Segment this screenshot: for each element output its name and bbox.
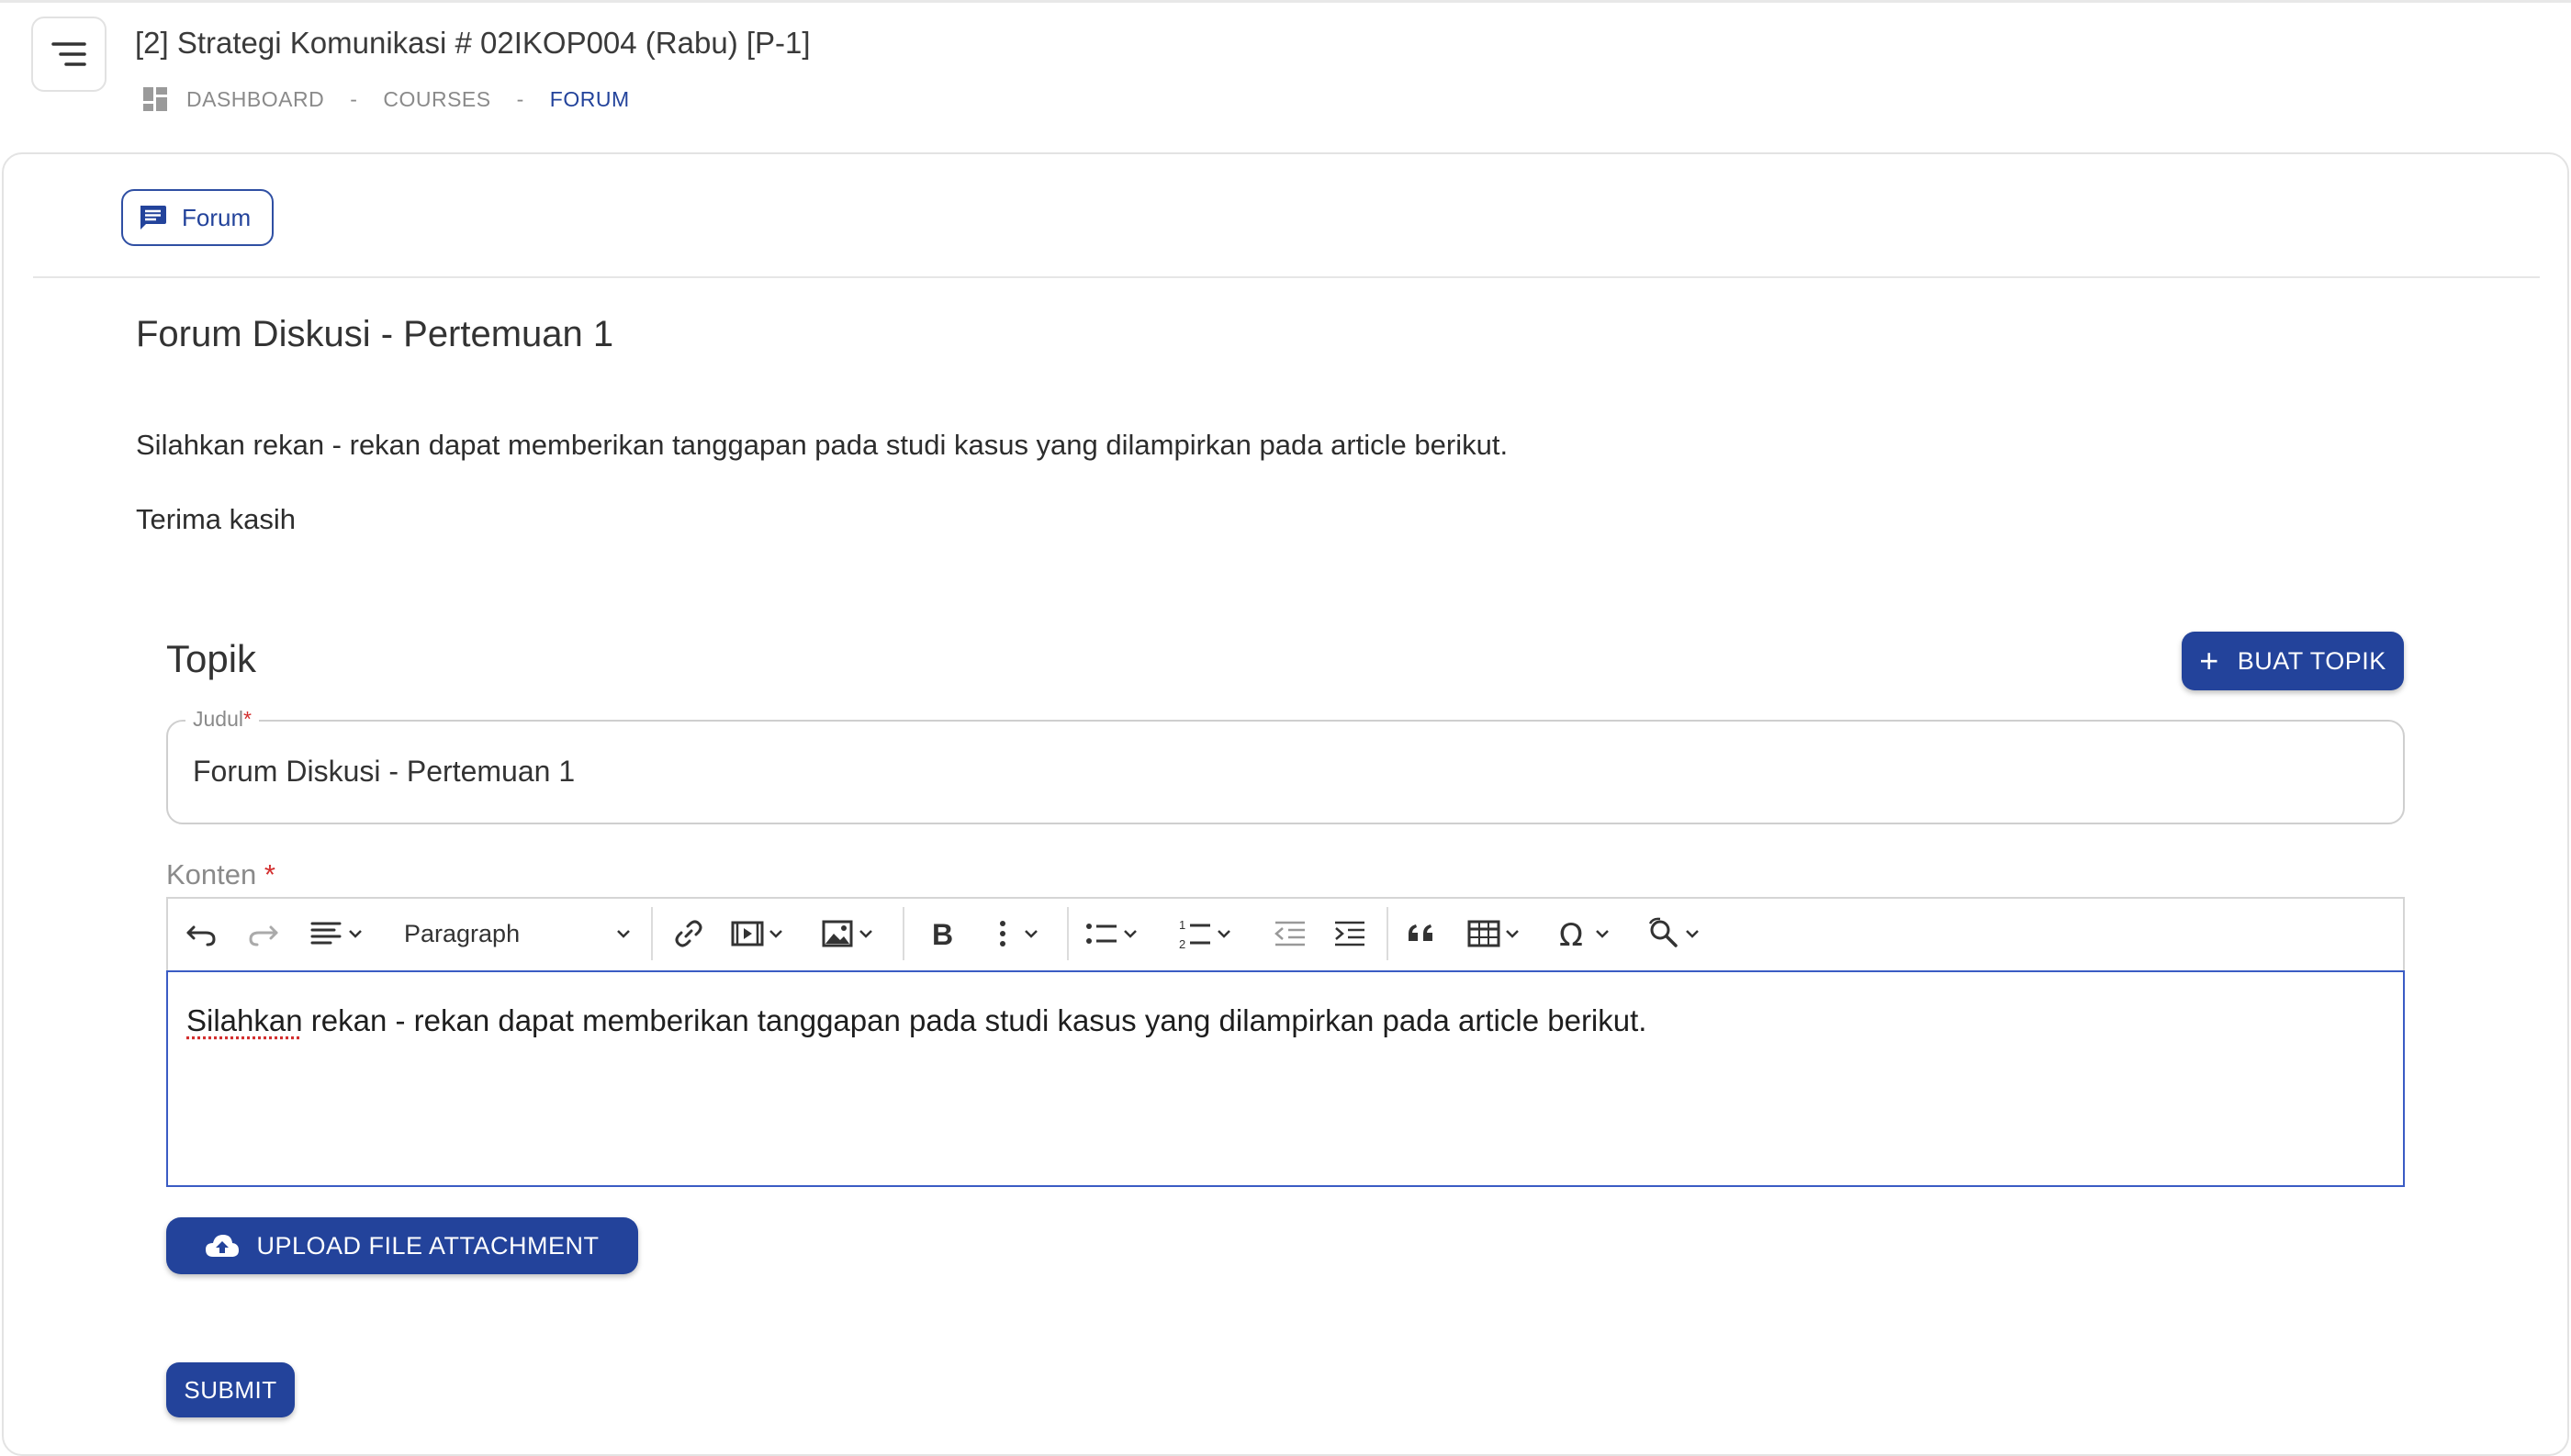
outdent-button[interactable] — [1272, 909, 1308, 958]
link-button[interactable] — [670, 909, 707, 958]
blockquote-icon — [1409, 924, 1432, 941]
chevron-down-icon — [1506, 930, 1519, 938]
toolbar-separator — [903, 907, 904, 960]
outdent-icon — [1274, 921, 1305, 946]
indent-icon — [1335, 921, 1364, 946]
tab-forum-label: Forum — [182, 203, 252, 231]
konten-label: Konten * — [166, 858, 275, 891]
align-dropdown[interactable] — [309, 909, 365, 958]
submit-button[interactable]: SUBMIT — [166, 1362, 295, 1417]
upload-attachment-label: UPLOAD FILE ATTACHMENT — [256, 1231, 600, 1260]
required-marker: * — [242, 707, 252, 731]
cloud-upload-icon — [205, 1232, 240, 1260]
svg-text:1: 1 — [1179, 918, 1185, 932]
undo-button[interactable] — [184, 909, 220, 958]
svg-text:2: 2 — [1179, 937, 1185, 951]
special-characters-icon: Ω — [1559, 917, 1583, 952]
media-dropdown[interactable] — [729, 909, 786, 958]
blockquote-button[interactable] — [1405, 909, 1442, 958]
plus-icon: + — [2199, 642, 2219, 679]
svg-text:Ω: Ω — [1559, 917, 1583, 952]
indent-button[interactable] — [1331, 909, 1368, 958]
forum-description: Silahkan rekan - rekan dapat memberikan … — [136, 429, 1509, 461]
chevron-down-icon — [1686, 930, 1699, 938]
toolbar-separator — [1387, 907, 1388, 960]
top-border — [0, 0, 2571, 3]
spellcheck-word: Silahkan — [186, 1003, 303, 1037]
upload-attachment-button[interactable]: UPLOAD FILE ATTACHMENT — [166, 1217, 638, 1274]
chevron-down-icon — [859, 930, 872, 938]
more-vertical-icon — [1000, 921, 1005, 946]
special-characters-dropdown[interactable]: Ω — [1555, 909, 1612, 958]
image-icon — [822, 920, 853, 947]
judul-label-text: Judul — [193, 707, 243, 731]
table-icon — [1467, 920, 1500, 947]
bulleted-list-icon — [1086, 924, 1117, 944]
dashboard-icon — [142, 86, 168, 112]
breadcrumb-forum[interactable]: FORUM — [550, 87, 630, 112]
chevron-down-icon — [1596, 930, 1609, 938]
editor-content[interactable]: Silahkan rekan - rekan dapat memberikan … — [186, 1003, 1646, 1038]
numbered-list-icon: 12 — [1179, 918, 1210, 951]
breadcrumb-courses[interactable]: COURSES — [383, 87, 490, 112]
svg-text:B: B — [932, 918, 953, 951]
forum-icon — [138, 204, 167, 231]
divider — [33, 276, 2540, 278]
chevron-down-icon — [1124, 930, 1137, 938]
link-icon — [675, 920, 702, 947]
create-topic-label: BUAT TOPIK — [2237, 646, 2386, 675]
numbered-list-dropdown[interactable]: 12 — [1177, 909, 1234, 958]
toolbar-separator — [1067, 907, 1069, 960]
image-dropdown[interactable] — [819, 909, 876, 958]
menu-icon — [51, 42, 86, 66]
chevron-down-icon — [1025, 930, 1038, 938]
bold-icon: B — [932, 918, 953, 951]
judul-value[interactable]: Forum Diskusi - Pertemuan 1 — [193, 755, 575, 789]
chevron-down-icon — [769, 930, 782, 938]
breadcrumb-separator: - — [516, 86, 524, 111]
topik-heading: Topik — [166, 637, 257, 680]
forum-title: Forum Diskusi - Pertemuan 1 — [136, 314, 614, 354]
find-replace-dropdown[interactable] — [1645, 909, 1702, 958]
konten-label-text: Konten — [166, 858, 257, 890]
paragraph-format-label: Paragraph — [404, 919, 521, 947]
table-dropdown[interactable] — [1465, 909, 1522, 958]
judul-label: Judul* — [185, 707, 259, 732]
breadcrumb-dashboard[interactable]: DASHBOARD — [186, 87, 324, 112]
required-marker: * — [264, 858, 275, 890]
breadcrumb-separator: - — [350, 86, 358, 111]
paragraph-format-dropdown[interactable]: Paragraph — [404, 909, 634, 958]
editor-content-text: rekan - rekan dapat memberikan tanggapan… — [302, 1003, 1647, 1037]
find-replace-icon — [1648, 917, 1678, 947]
undo-icon — [186, 925, 216, 946]
media-icon — [731, 921, 764, 946]
chevron-down-icon — [617, 930, 630, 938]
redo-icon — [249, 925, 278, 946]
breadcrumb: DASHBOARD - COURSES - FORUM — [142, 84, 630, 114]
redo-button[interactable] — [244, 909, 281, 958]
forum-closing: Terima kasih — [136, 503, 296, 535]
bold-button[interactable]: B — [925, 909, 961, 958]
bulleted-list-dropdown[interactable] — [1083, 909, 1140, 958]
toolbar-separator — [651, 907, 653, 960]
sidebar-toggle-button[interactable] — [31, 17, 107, 92]
chevron-down-icon — [349, 930, 362, 938]
chevron-down-icon — [1218, 930, 1230, 938]
align-icon — [310, 922, 342, 945]
tab-forum[interactable]: Forum — [121, 189, 274, 246]
more-formatting-dropdown[interactable] — [984, 909, 1041, 958]
create-topic-button[interactable]: + BUAT TOPIK — [2182, 632, 2404, 690]
course-title: [2] Strategi Komunikasi # 02IKOP004 (Rab… — [135, 26, 811, 60]
